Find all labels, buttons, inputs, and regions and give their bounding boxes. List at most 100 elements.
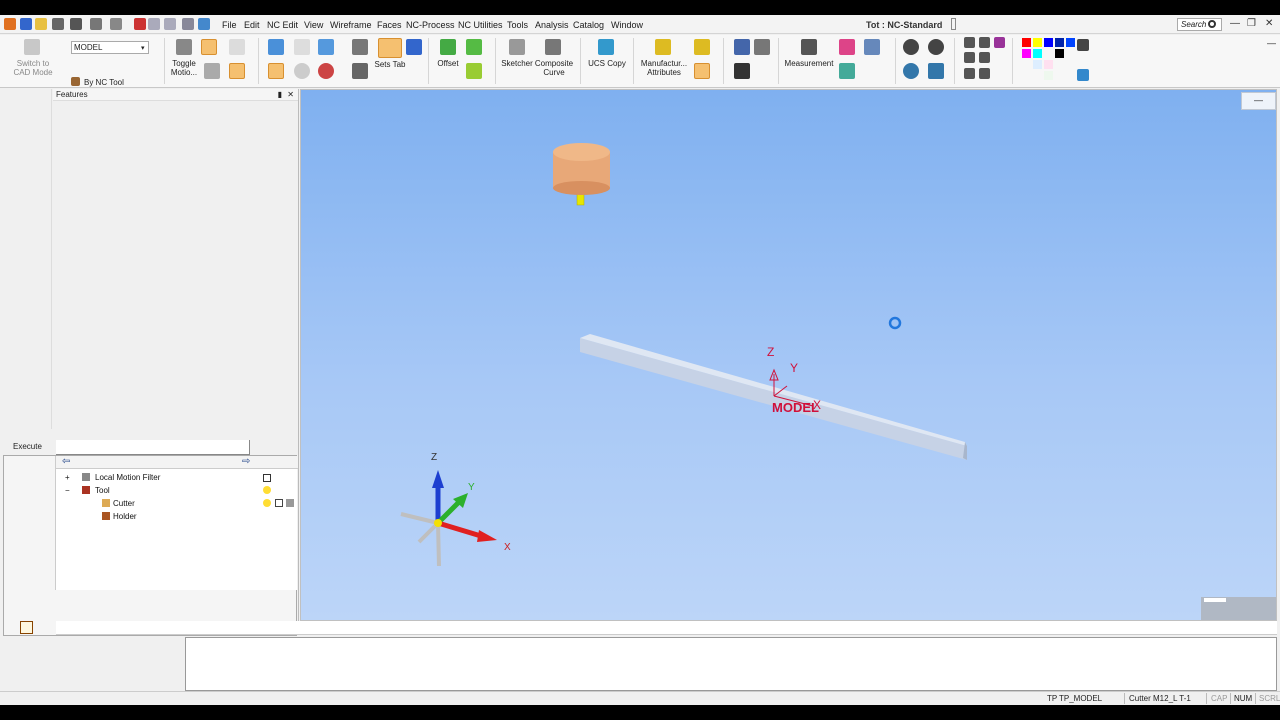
color-light-1-swatch[interactable]	[1033, 60, 1042, 69]
motion-path-icon[interactable]	[204, 63, 220, 79]
screen-icon[interactable]	[182, 18, 194, 30]
menu-catalog[interactable]: Catalog	[573, 20, 604, 30]
tree-item-local-motion-filter[interactable]: Local Motion Filter	[95, 473, 160, 482]
view-3-icon[interactable]	[994, 37, 1005, 48]
minimize-icon[interactable]: —	[1230, 18, 1240, 29]
search-icon[interactable]	[1208, 20, 1216, 28]
tool-attribute-icon[interactable]	[694, 63, 710, 79]
model-select[interactable]: MODEL	[71, 41, 149, 54]
surface-2-icon[interactable]	[466, 63, 482, 79]
color-light-3-swatch[interactable]	[1044, 71, 1053, 80]
cutter-tool[interactable]	[553, 143, 610, 206]
notes-icon[interactable]	[20, 621, 33, 634]
zoom-out-icon[interactable]	[928, 39, 944, 55]
color-magenta-swatch[interactable]	[1022, 49, 1031, 58]
dimension-icon[interactable]	[734, 39, 750, 55]
toggle-motion-button[interactable]: Toggle Motio...	[168, 59, 200, 77]
restore-icon[interactable]: ❐	[1247, 18, 1256, 29]
surface-icon[interactable]	[466, 39, 482, 55]
save-icon[interactable]	[20, 18, 32, 30]
layers-stack-icon[interactable]	[406, 39, 422, 55]
print-icon[interactable]	[52, 18, 64, 30]
view-2-icon[interactable]	[979, 37, 990, 48]
menu-file[interactable]: File	[222, 20, 237, 30]
undo-icon[interactable]	[148, 18, 160, 30]
menu-wireframe[interactable]: Wireframe	[330, 20, 372, 30]
menu-analysis[interactable]: Analysis	[535, 20, 569, 30]
sets-tab-button[interactable]: Sets Tab	[372, 60, 408, 69]
view-7-icon[interactable]	[979, 68, 990, 79]
visibility-bulb-icon[interactable]	[263, 486, 271, 494]
visibility-bulb-icon[interactable]	[263, 499, 271, 507]
prompt-input[interactable]	[56, 621, 1277, 635]
graphics-viewport[interactable]: Z Y X MODEL Z Y X —	[300, 89, 1277, 621]
eraser-icon[interactable]	[839, 39, 855, 55]
checkbox-icon[interactable]	[263, 474, 271, 482]
ribbon-expand-icon[interactable]: —	[1267, 38, 1276, 48]
view-4-icon[interactable]	[964, 52, 975, 63]
copy-icon[interactable]	[229, 39, 245, 55]
open-icon[interactable]	[35, 18, 47, 30]
attribute-icon[interactable]	[694, 39, 710, 55]
color-blue-swatch[interactable]	[1044, 38, 1053, 47]
shaded-icon[interactable]	[286, 499, 294, 507]
layers-icon[interactable]	[70, 18, 82, 30]
globe-icon[interactable]	[318, 63, 334, 79]
menu-window[interactable]: Window	[611, 20, 643, 30]
grid-icon[interactable]	[110, 18, 122, 30]
delete-icon[interactable]	[134, 18, 146, 30]
close-icon[interactable]: ✕	[1265, 18, 1273, 29]
tool-filter-icon[interactable]	[201, 39, 217, 55]
view-5-icon[interactable]	[979, 52, 990, 63]
view-6-icon[interactable]	[964, 68, 975, 79]
viewport-minimize-button[interactable]: —	[1241, 92, 1276, 110]
sets-tab-icon[interactable]	[378, 38, 402, 58]
measurement-button[interactable]: Measurement	[783, 59, 835, 68]
menu-faces[interactable]: Faces	[377, 20, 402, 30]
line-style-icon[interactable]	[1077, 39, 1089, 51]
pan-icon[interactable]	[928, 63, 944, 79]
switch-cad-icon[interactable]	[24, 39, 40, 55]
navigation-widget-bar[interactable]	[1204, 598, 1226, 602]
view-1-icon[interactable]	[964, 37, 975, 48]
ucs-copy-icon[interactable]	[598, 39, 614, 55]
shade-icon[interactable]	[839, 63, 855, 79]
ucs-copy-button[interactable]: UCS Copy	[586, 59, 628, 68]
offset-icon[interactable]	[440, 39, 456, 55]
menu-edit[interactable]: Edit	[244, 20, 260, 30]
by-nc-tool-option[interactable]: By NC Tool	[84, 78, 124, 87]
arrow-right-icon[interactable]: ⇨	[242, 456, 250, 468]
color-black-swatch[interactable]	[1055, 49, 1064, 58]
help-icon[interactable]	[294, 39, 310, 55]
text-icon[interactable]	[734, 63, 750, 79]
display-mode-icon[interactable]	[275, 499, 283, 507]
color-cyan-swatch[interactable]	[1033, 49, 1042, 58]
menu-nc-process[interactable]: NC-Process	[406, 20, 455, 30]
expand-icon[interactable]: +	[65, 473, 70, 482]
redo-icon[interactable]	[164, 18, 176, 30]
zoom-fit-icon[interactable]	[903, 63, 919, 79]
box-select-icon[interactable]	[229, 63, 245, 79]
menu-nc-utilities[interactable]: NC Utilities	[458, 20, 503, 30]
color-red-swatch[interactable]	[1022, 38, 1031, 47]
frame-icon[interactable]	[90, 18, 102, 30]
arrow-icon[interactable]	[864, 39, 880, 55]
tree-item-cutter[interactable]: Cutter	[113, 499, 135, 508]
tree-icon[interactable]	[352, 63, 368, 79]
panel-icon[interactable]	[318, 39, 334, 55]
manufacturing-attributes-button[interactable]: Manufactur... Attributes	[638, 59, 690, 77]
info-icon[interactable]	[294, 63, 310, 79]
arrow-left-icon[interactable]: ⇦	[62, 456, 70, 468]
scene-canvas[interactable]: Z Y X MODEL Z Y X	[301, 90, 1276, 620]
toggle-motion-icon[interactable]	[176, 39, 192, 55]
window-icon[interactable]	[198, 18, 210, 30]
pin-panel-icon[interactable]: ▮	[278, 89, 282, 101]
settings-icon[interactable]	[352, 39, 368, 55]
collapse-icon[interactable]: −	[65, 486, 70, 495]
switch-cad-button[interactable]: Switch to CAD Mode	[10, 59, 56, 77]
window-tab-icon[interactable]	[268, 39, 284, 55]
annotation-icon[interactable]	[754, 39, 770, 55]
measurement-icon[interactable]	[801, 39, 817, 55]
composite-curve-icon[interactable]	[545, 39, 561, 55]
color-darkblue-swatch[interactable]	[1055, 38, 1064, 47]
